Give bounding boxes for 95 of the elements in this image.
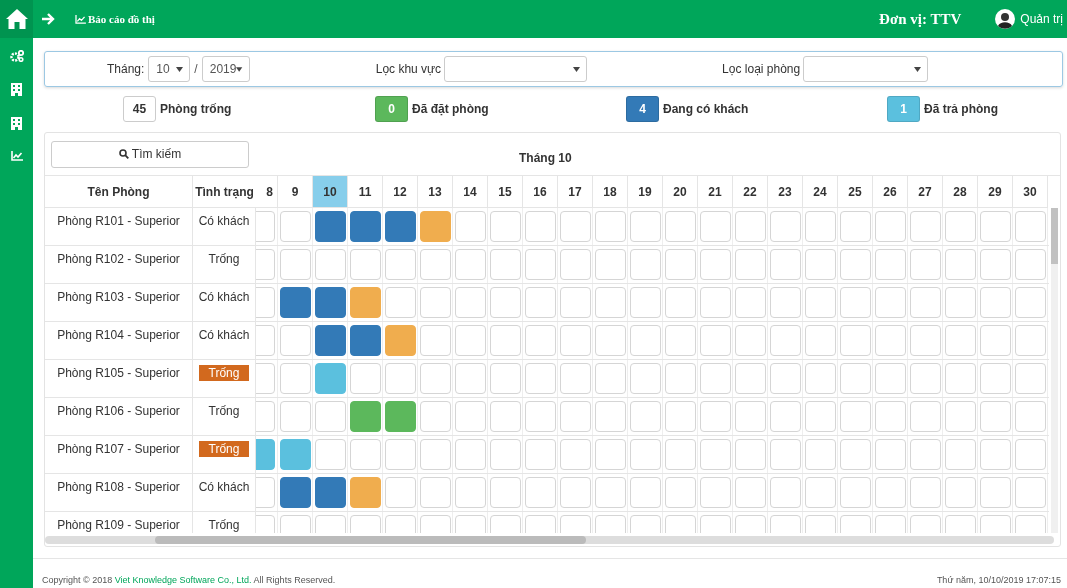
day-header[interactable]: 18 <box>593 176 628 208</box>
day-header[interactable]: 25 <box>838 176 873 208</box>
room-status: Trống <box>199 441 249 457</box>
day-header[interactable]: 12 <box>383 176 418 208</box>
vertical-scrollbar[interactable] <box>1051 208 1058 533</box>
count-badge: 0 <box>375 96 408 122</box>
room-name-cell: Phòng R107 - Superior <box>45 436 193 473</box>
calendar-title: Tháng 10 <box>519 151 572 165</box>
room-status: Có khách <box>198 213 250 229</box>
day-header[interactable]: 11 <box>348 176 383 208</box>
year-select[interactable]: 2019 <box>201 56 250 82</box>
room-name-cell: Phòng R106 - Superior <box>45 398 193 435</box>
legend-label: Phòng trống <box>160 102 232 116</box>
day-header[interactable]: 8 <box>256 176 278 208</box>
day-cell[interactable] <box>349 211 381 242</box>
day-cell[interactable] <box>419 211 451 242</box>
room-name-cell: Phòng R102 - Superior <box>45 246 193 283</box>
column-header: Tên Phòng <box>45 176 193 208</box>
avatar-icon <box>995 9 1016 29</box>
day-cell[interactable] <box>279 477 311 508</box>
search-icon <box>118 149 129 159</box>
day-header[interactable]: 19 <box>628 176 663 208</box>
room-name-cell: Phòng R101 - Superior <box>45 208 193 245</box>
date-separator: / <box>194 62 198 76</box>
gears-icon[interactable] <box>9 50 24 62</box>
count-badge: 4 <box>626 96 659 122</box>
caret-icon <box>573 66 581 72</box>
day-cell[interactable] <box>384 325 416 356</box>
area-filter-label: Lọc khu vực <box>375 62 442 76</box>
day-header[interactable]: 26 <box>873 176 908 208</box>
room-name-cell: Phòng R103 - Superior <box>45 284 193 321</box>
day-cell[interactable] <box>349 325 381 356</box>
room-name-cell: Phòng R105 - Superior <box>45 360 193 397</box>
room-status: Trống <box>199 365 249 381</box>
date-time: Thứ năm, 10/10/2019 17:07:15 <box>936 575 1061 585</box>
caret-icon <box>914 66 922 72</box>
day-header[interactable]: 15 <box>488 176 523 208</box>
column-header: Tình trạng <box>193 176 256 208</box>
unit-label: Đơn vị: TTV <box>879 10 962 28</box>
day-cell[interactable] <box>349 477 381 508</box>
room-name-cell: Phòng R104 - Superior <box>45 322 193 359</box>
day-header[interactable]: 20 <box>663 176 698 208</box>
day-header[interactable]: 17 <box>558 176 593 208</box>
legend-label: Đã đặt phòng <box>412 102 489 116</box>
room-status: Trống <box>208 517 240 533</box>
day-header[interactable]: 30 <box>1013 176 1048 208</box>
room-type-select[interactable] <box>803 56 929 82</box>
day-cell[interactable] <box>314 363 346 394</box>
room-name-cell: Phòng R108 - Superior <box>45 474 193 511</box>
day-header[interactable]: 23 <box>768 176 803 208</box>
day-header[interactable]: 10 <box>313 176 348 208</box>
home-icon <box>4 8 29 30</box>
room-status: Có khách <box>198 289 250 305</box>
day-cell[interactable] <box>279 439 311 470</box>
search-button[interactable]: Tìm kiếm <box>51 140 249 168</box>
day-header[interactable]: 29 <box>978 176 1013 208</box>
horizontal-scrollbar[interactable] <box>45 536 1054 544</box>
month-label: Tháng: <box>107 62 145 76</box>
legend-label: Đã trả phòng <box>924 102 998 116</box>
day-header[interactable]: 13 <box>418 176 453 208</box>
area-select[interactable] <box>444 56 588 82</box>
room-type-filter-label: Lọc loại phòng <box>722 62 801 76</box>
chart-icon[interactable] <box>10 151 23 161</box>
count-badge: 45 <box>123 96 156 122</box>
building-icon[interactable] <box>11 117 22 130</box>
day-cell[interactable] <box>384 211 416 242</box>
day-header[interactable]: 21 <box>698 176 733 208</box>
room-status: Có khách <box>198 479 250 495</box>
room-status: Trống <box>208 403 240 419</box>
home-button[interactable] <box>0 0 33 38</box>
day-header[interactable]: 14 <box>453 176 488 208</box>
room-status: Trống <box>208 251 240 267</box>
day-header[interactable]: 22 <box>733 176 768 208</box>
day-cell[interactable] <box>349 287 381 318</box>
day-header[interactable]: 16 <box>523 176 558 208</box>
day-cell[interactable] <box>314 325 346 356</box>
caret-icon <box>236 66 243 72</box>
count-badge: 1 <box>887 96 920 122</box>
month-select[interactable]: 10 <box>148 56 191 82</box>
caret-icon <box>176 66 184 72</box>
day-cell[interactable] <box>314 477 346 508</box>
copyright-text: Copyright © 2018 Viet Knowledge Software Co., Ltd. All Rights Reserved. <box>42 575 336 585</box>
legend-label: Đang có khách <box>663 102 749 116</box>
day-cell[interactable] <box>349 401 381 432</box>
building-icon[interactable] <box>11 83 22 96</box>
chart-icon <box>75 14 86 24</box>
day-cell[interactable] <box>384 401 416 432</box>
day-cell[interactable] <box>279 287 311 318</box>
arrow-right-icon[interactable] <box>41 12 55 26</box>
day-header[interactable]: 27 <box>908 176 943 208</box>
day-cell[interactable] <box>314 211 346 242</box>
day-header[interactable]: 24 <box>803 176 838 208</box>
day-cell[interactable] <box>314 287 346 318</box>
day-header[interactable]: 28 <box>943 176 978 208</box>
room-status: Có khách <box>198 327 250 343</box>
